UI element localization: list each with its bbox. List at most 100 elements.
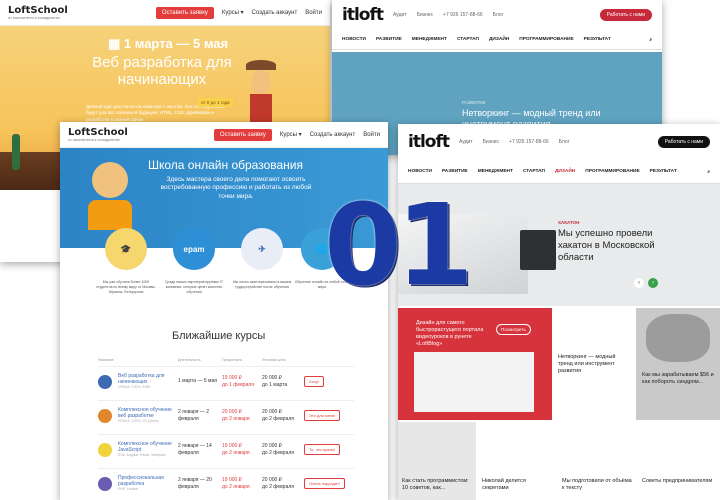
nav-item-courses[interactable]: Курсы ▾: [280, 131, 302, 138]
menu-item-design[interactable]: ДИЗАЙН: [489, 37, 509, 42]
feature-employment: ✈ Мы лично заинтересованы в вашем трудоу…: [232, 228, 292, 290]
menu-item-programming[interactable]: ПРОГРАММИРОВАНИЕ: [519, 37, 573, 42]
article-title: Как стать программистом: 10 советов, как…: [402, 478, 469, 491]
course-dates: 2 января — 2 февраля: [178, 409, 210, 422]
search-icon[interactable]: ⌕: [707, 169, 710, 175]
itloft-logo[interactable]: itloft: [342, 5, 384, 25]
prepay-price: 20 000 ₽: [222, 409, 242, 415]
view-button[interactable]: Посмотреть: [496, 324, 531, 335]
prepay-deadline: до 1 февраля: [222, 381, 254, 388]
loftschool-front-logo[interactable]: LoftSchool от мыслителя к созидателю: [68, 126, 128, 142]
article-card[interactable]: Николай делится секретами: [478, 422, 556, 500]
experience-badge: от 0 до 1 года: [198, 98, 233, 107]
audit-link[interactable]: Аудит: [459, 139, 473, 145]
nav-item-login[interactable]: Войти: [363, 132, 380, 138]
enroll-button[interactable]: Это для меня!: [304, 410, 341, 421]
business-link[interactable]: Бизнес: [417, 12, 433, 18]
enroll-button[interactable]: Хочу!: [304, 376, 324, 387]
calendar-cube-photo: [520, 230, 556, 270]
article-card[interactable]: Как стать программистом: 10 советов, как…: [398, 422, 476, 500]
nav-item-courses[interactable]: Курсы ▾: [222, 9, 244, 16]
feature-partners: epam Среди наших партнеров крупные IT ко…: [164, 228, 224, 295]
itloft-logo[interactable]: itloft: [408, 132, 450, 152]
article-title: Советы предпринимателям: [642, 478, 713, 484]
menu-item-programming[interactable]: ПРОГРАММИРОВАНИЕ: [585, 169, 639, 174]
article-card[interactable]: Мы подготовили от объёма к тексту: [558, 422, 636, 500]
course-row[interactable]: Комплексное обучение веб разработке HTML5…: [98, 400, 354, 430]
course-total: 20 000 ₽ до 1 марта: [262, 375, 304, 388]
course-name[interactable]: Профессиональная разработка PHP, Laravel: [118, 475, 178, 491]
audit-link[interactable]: Аудит: [393, 12, 407, 18]
logo-text: LoftSchool: [8, 4, 68, 16]
business-link[interactable]: Бизнес: [483, 139, 499, 145]
course-total: 20 000 ₽ до 2 февраля: [262, 409, 304, 422]
menu-item-result[interactable]: РЕЗУЛЬТАТ: [584, 37, 611, 42]
feature-students: 🎓 Мы уже обучили более 1000 студентов по…: [96, 228, 156, 295]
total-price: 20 000 ₽: [262, 477, 282, 483]
menu-item-news[interactable]: НОВОСТИ: [408, 169, 432, 174]
work-with-us-button[interactable]: Работать с нами: [657, 136, 710, 148]
itloft-back-topbar: itloft Аудит Бизнес +7 926 157-88-66 Бло…: [332, 0, 662, 30]
overlay-number: 01: [324, 181, 474, 311]
work-with-us-button[interactable]: Работать с нами: [599, 9, 652, 21]
col-name: Название: [98, 358, 114, 362]
loftblog-preview-image: [414, 352, 534, 412]
nav-item-login[interactable]: Войти: [305, 10, 322, 16]
blog-link[interactable]: Блог: [493, 12, 504, 18]
article-card[interactable]: Как мы зарабатываем $56 и как побороть с…: [636, 308, 720, 420]
prepay-price: 19 000 ₽: [222, 375, 242, 381]
phone-number: +7 926 157-88-66: [509, 139, 549, 145]
menu-item-news[interactable]: НОВОСТИ: [342, 37, 366, 42]
course-row[interactable]: Профессиональная разработка PHP, Laravel …: [98, 468, 354, 498]
enroll-button[interactable]: Очень подходит!: [304, 478, 346, 489]
menu-item-management[interactable]: МЕНЕДЖМЕНТ: [412, 37, 447, 42]
logo-subtitle: от мыслителя к созидателю: [8, 14, 60, 20]
nav-item-create-account[interactable]: Создать аккаунт: [310, 132, 356, 138]
course-name[interactable]: Комплексное обучение веб разработке HTML5…: [118, 407, 178, 423]
promo-text: Дизайн для самого быстрорастущего портал…: [416, 320, 484, 347]
feature-text: Мы уже обучили более 1000 студентов по в…: [96, 280, 156, 294]
blog-link[interactable]: Блог: [559, 139, 570, 145]
loftschool-back-logo[interactable]: LoftSchool от мыслителя к созидателю: [8, 4, 68, 20]
promo-tile[interactable]: Дизайн для самого быстрорастущего портал…: [398, 308, 552, 420]
menu-item-development[interactable]: РАЗВИТИЕ: [442, 169, 468, 174]
menu-item-result[interactable]: РЕЗУЛЬТАТ: [650, 169, 677, 174]
arrow-right-icon[interactable]: ›: [648, 278, 658, 288]
menu-item-development[interactable]: РАЗВИТИЕ: [376, 37, 402, 42]
request-button[interactable]: Оставить заявку: [155, 6, 214, 19]
menu-item-startup[interactable]: СТАРТАП: [457, 37, 479, 42]
hero-title: Веб разработка для начинающих: [92, 54, 232, 89]
nav-item-create-account[interactable]: Создать аккаунт: [252, 10, 298, 16]
course-name[interactable]: Комплексное обучение JavaScript ES6, Angu…: [118, 441, 178, 457]
course-row[interactable]: Комплексное обучение JavaScript ES6, Angu…: [98, 434, 354, 464]
course-row[interactable]: Веб разработка для начинающих HTML5, CSS3…: [98, 366, 354, 396]
article-title: Николай делится секретами: [482, 478, 526, 491]
menu-item-management[interactable]: МЕНЕДЖМЕНТ: [478, 169, 513, 174]
search-icon[interactable]: ⌕: [649, 37, 652, 43]
feature-text: Мы лично заинтересованы в вашем трудоуст…: [232, 280, 292, 289]
article-card[interactable]: Нетворкинг — модный тренд или инструмент…: [554, 308, 634, 420]
prepay-deadline: до 2 января: [222, 415, 250, 422]
hero-tag: РАЗВИТИЕ: [462, 100, 486, 105]
menu-item-design[interactable]: ДИЗАЙН: [555, 169, 575, 174]
total-deadline: до 2 февраля: [262, 449, 294, 456]
course-total: 20 000 ₽ до 2 февраля: [262, 477, 304, 490]
enroll-button[interactable]: То, что нужно!: [304, 444, 341, 455]
col-prepayment: Предоплата: [222, 358, 242, 362]
course-name[interactable]: Веб разработка для начинающих HTML5, CSS3…: [118, 373, 178, 389]
itloft-front-topbar: itloft Аудит Бизнес +7 926 157-88-66 Бло…: [398, 124, 720, 160]
arrow-left-icon[interactable]: ‹: [634, 278, 644, 288]
course-total: 20 000 ₽ до 2 февраля: [262, 443, 304, 456]
course-prepayment: 19 000 ₽ до 2 января: [222, 477, 262, 490]
loftschool-front-navbar: LoftSchool от мыслителя к созидателю Ост…: [60, 122, 388, 148]
logo-subtitle: от мыслителя к созидателю: [68, 136, 120, 142]
hero-tag: ХАКАТОН: [558, 220, 580, 225]
article-card[interactable]: Советы предпринимателям: [638, 422, 720, 500]
hero-title[interactable]: Мы успешно провели хакатон в Московской …: [558, 228, 688, 264]
request-button[interactable]: Оставить заявку: [213, 128, 272, 141]
course-dates: 2 января — 20 февраля: [178, 477, 212, 490]
hero-title: Школа онлайн образования: [148, 158, 303, 172]
logo-text: LoftSchool: [68, 126, 128, 138]
feature-text: Среди наших партнеров крупные IT компани…: [164, 280, 224, 294]
menu-item-startup[interactable]: СТАРТАП: [523, 169, 545, 174]
